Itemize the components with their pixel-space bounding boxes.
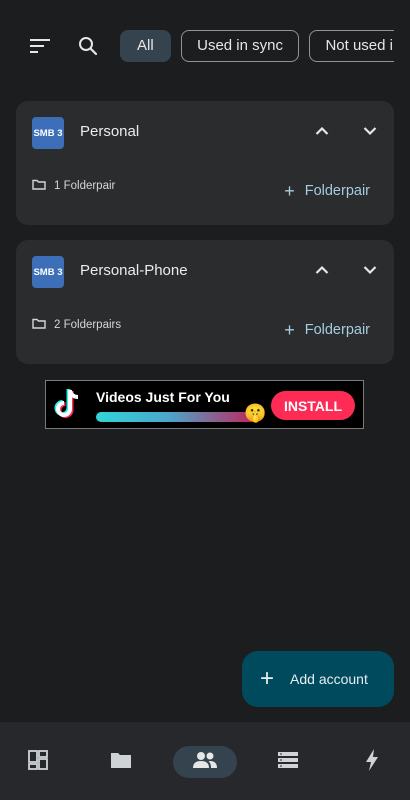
tiktok-logo-icon (54, 387, 84, 426)
plus-icon: + (284, 320, 295, 340)
ad-banner[interactable]: Videos Just For You 🤫 INSTALL (45, 380, 364, 429)
nav-accounts[interactable] (173, 746, 237, 778)
folderpair-count-label: 1 Folderpair (54, 180, 116, 192)
chevron-down-icon[interactable] (356, 256, 384, 284)
add-folderpair-button[interactable]: + Folderpair (284, 181, 370, 201)
ad-emoji: 🤫 (244, 403, 267, 423)
accounts-icon (193, 751, 217, 774)
add-account-label: Add account (290, 671, 368, 687)
nav-folders[interactable] (89, 746, 153, 778)
sort-icon[interactable] (24, 30, 56, 62)
nav-list[interactable] (256, 746, 320, 778)
nav-dashboard[interactable] (6, 746, 70, 778)
account-name: Personal (80, 123, 140, 140)
folderpair-count: 2 Folderpairs (32, 318, 121, 332)
add-account-button[interactable]: + Add account (242, 651, 394, 707)
chip-all[interactable]: All (120, 30, 171, 62)
search-icon[interactable] (72, 30, 104, 62)
folderpair-count: 1 Folderpair (32, 179, 115, 193)
chevron-down-icon[interactable] (356, 117, 384, 145)
protocol-badge: SMB 3 (32, 117, 64, 149)
account-card[interactable]: SMB 3 Personal-Phone 2 Folderpairs + Fol… (16, 240, 394, 364)
dashboard-icon (28, 749, 48, 775)
folder-icon (110, 751, 132, 774)
add-folderpair-label: Folderpair (304, 183, 370, 199)
account-name: Personal-Phone (80, 262, 188, 279)
folder-icon (32, 179, 54, 193)
nav-sync[interactable] (340, 746, 404, 778)
folderpair-count-label: 2 Folderpairs (54, 319, 122, 331)
top-toolbar: All Used in sync Not used in s (0, 28, 410, 64)
folder-icon (32, 318, 54, 332)
bolt-icon (365, 748, 379, 776)
add-folderpair-button[interactable]: + Folderpair (284, 320, 370, 340)
ad-progress-bar (96, 412, 256, 422)
chip-used-in-sync[interactable]: Used in sync (181, 30, 299, 62)
account-card[interactable]: SMB 3 Personal 1 Folderpair + Folderpair (16, 101, 394, 225)
chip-not-used-in-sync[interactable]: Not used in s (309, 30, 394, 62)
ad-title: Videos Just For You (96, 389, 230, 405)
add-folderpair-label: Folderpair (304, 322, 370, 338)
chevron-up-icon[interactable] (308, 256, 336, 284)
plus-icon: + (260, 665, 275, 692)
install-button[interactable]: INSTALL (271, 391, 355, 420)
protocol-badge: SMB 3 (32, 256, 64, 288)
chevron-up-icon[interactable] (308, 117, 336, 145)
list-icon (277, 751, 299, 774)
filter-chips: All Used in sync Not used in s (120, 30, 394, 62)
bottom-navigation (0, 722, 410, 800)
plus-icon: + (284, 181, 295, 201)
